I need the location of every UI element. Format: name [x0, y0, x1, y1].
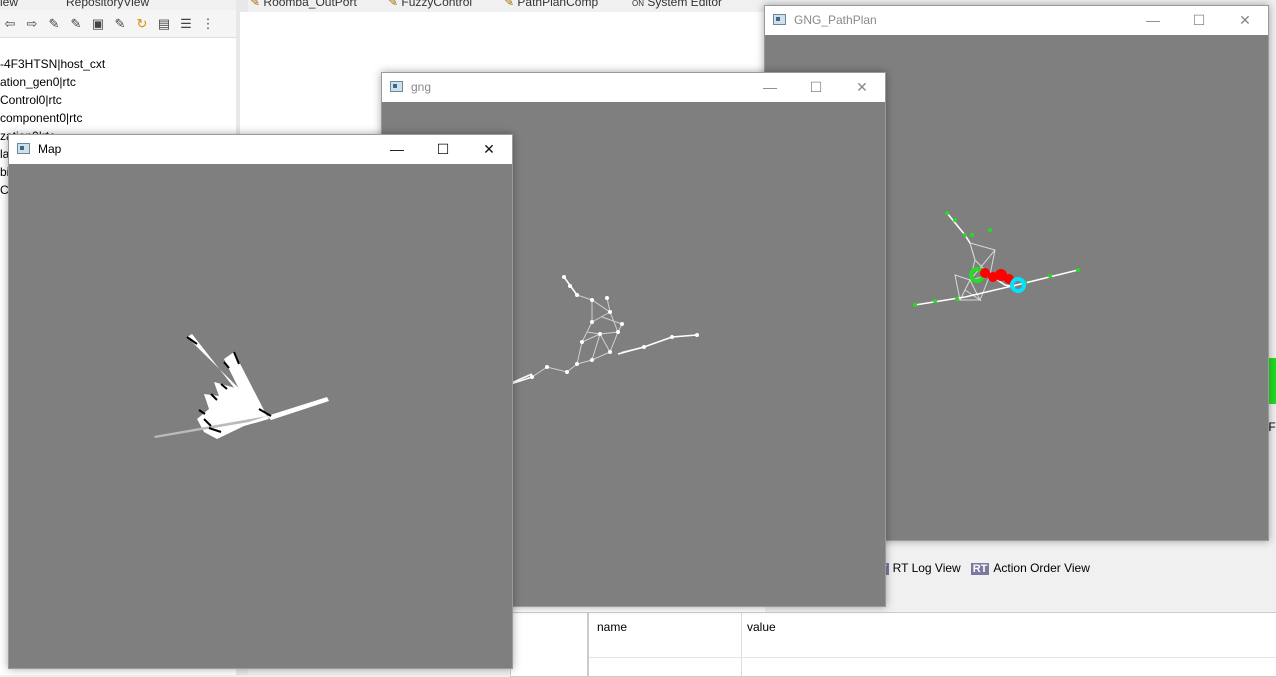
tab-label: Roomba_OutPort	[263, 0, 357, 9]
plug-icon[interactable]: ✎	[46, 16, 62, 32]
forward-arrow-icon[interactable]: ⇨	[24, 16, 40, 32]
back-arrow-icon[interactable]: ⇦	[2, 16, 18, 32]
gng-tails	[501, 276, 698, 388]
document-check-icon[interactable]: ▣	[90, 16, 106, 32]
tree-item-rtc-3[interactable]: component0|rtc	[0, 111, 83, 125]
close-button[interactable]: ✕	[839, 73, 885, 102]
minimize-button[interactable]: —	[1130, 6, 1176, 35]
gng-edges	[531, 276, 645, 378]
app-window-icon	[17, 143, 30, 154]
tab-repository-view[interactable]: RepositoryView	[66, 0, 149, 9]
refresh-icon[interactable]: ↻	[134, 16, 150, 32]
left-toolbar: ⇦ ⇨ ✎ ✎ ▣ ✎ ↻ ▤ ☰ ⋮	[0, 10, 236, 38]
tab-pathplan-comp[interactable]: ✎ PathPlanComp	[504, 0, 598, 9]
close-button[interactable]: ✕	[466, 135, 512, 164]
bottom-view-tabs: RT RT Log View RTAction Order View	[870, 555, 1276, 581]
pencil-icon: ✎	[250, 0, 261, 9]
properties-left-pane	[510, 612, 588, 677]
tab-label: Action Order View	[993, 561, 1090, 575]
column-header-value[interactable]: value	[747, 620, 776, 634]
laser-scan-map	[154, 334, 329, 439]
tab-fuzzy-control[interactable]: ✎ FuzzyControl	[388, 0, 472, 9]
maximize-button[interactable]: ☐	[793, 73, 839, 102]
tab-action-order-view[interactable]: RT Action Order View	[970, 561, 1090, 575]
close-button[interactable]: ✕	[1222, 6, 1268, 35]
tree-item-host[interactable]: -4F3HTSN|host_cxt	[0, 57, 105, 71]
maximize-button[interactable]: ☐	[420, 135, 466, 164]
left-view-tabs: iew RepositoryView	[0, 0, 236, 10]
app-window-icon	[773, 14, 786, 25]
tab-label: RT Log View	[892, 561, 961, 575]
path-lines	[914, 212, 1079, 306]
tab-label: FuzzyControl	[401, 0, 473, 9]
gng-nodes	[500, 275, 699, 389]
rt-action-icon: RT	[970, 563, 990, 575]
more-menu-icon[interactable]: ⋮	[200, 16, 216, 32]
window-title: GNG_PathPlan	[794, 13, 877, 27]
titlebar[interactable]: Map — ☐ ✕	[9, 135, 512, 164]
plug-remove-icon[interactable]: ✎	[112, 16, 128, 32]
pencil-icon: ✎	[504, 0, 515, 9]
editor-tab-bar: ✎ Roomba_OutPort ✎ FuzzyControl ✎ PathPl…	[248, 0, 768, 12]
pencil-icon: ✎	[388, 0, 399, 9]
header-divider	[589, 657, 1276, 658]
occupancy-map-canvas	[154, 334, 329, 439]
tab-system-editor[interactable]: ON System Editor	[632, 0, 722, 9]
server-icon[interactable]: ▤	[156, 16, 172, 32]
column-header-name[interactable]: name	[597, 620, 627, 634]
window-title: Map	[38, 142, 62, 156]
app-window-icon	[390, 81, 403, 92]
green-path-nodes	[913, 211, 1080, 307]
maximize-button[interactable]: ☐	[1176, 6, 1222, 35]
titlebar[interactable]: GNG_PathPlan — ☐ ✕	[765, 6, 1268, 35]
filter-icon[interactable]: ☰	[178, 16, 194, 32]
tab-roomba-outport[interactable]: ✎ Roomba_OutPort	[250, 0, 357, 9]
tree-item-rtc-2[interactable]: Control0|rtc	[0, 93, 62, 107]
properties-table: name value	[588, 612, 1276, 677]
map-window[interactable]: Map — ☐ ✕	[8, 134, 513, 669]
robot-path	[980, 268, 1014, 284]
column-divider[interactable]	[741, 613, 742, 676]
minimize-button[interactable]: —	[374, 135, 420, 164]
titlebar[interactable]: gng — ☐ ✕	[382, 73, 885, 102]
tab-view[interactable]: iew	[0, 0, 18, 9]
tree-item-rtc-1[interactable]: ation_gen0|rtc	[0, 75, 76, 89]
tab-label: PathPlanComp	[517, 0, 599, 9]
tab-label: System Editor	[647, 0, 723, 9]
minimize-button[interactable]: —	[747, 73, 793, 102]
system-editor-icon: ON	[632, 0, 644, 8]
plug-add-icon[interactable]: ✎	[68, 16, 84, 32]
window-title: gng	[411, 80, 432, 94]
